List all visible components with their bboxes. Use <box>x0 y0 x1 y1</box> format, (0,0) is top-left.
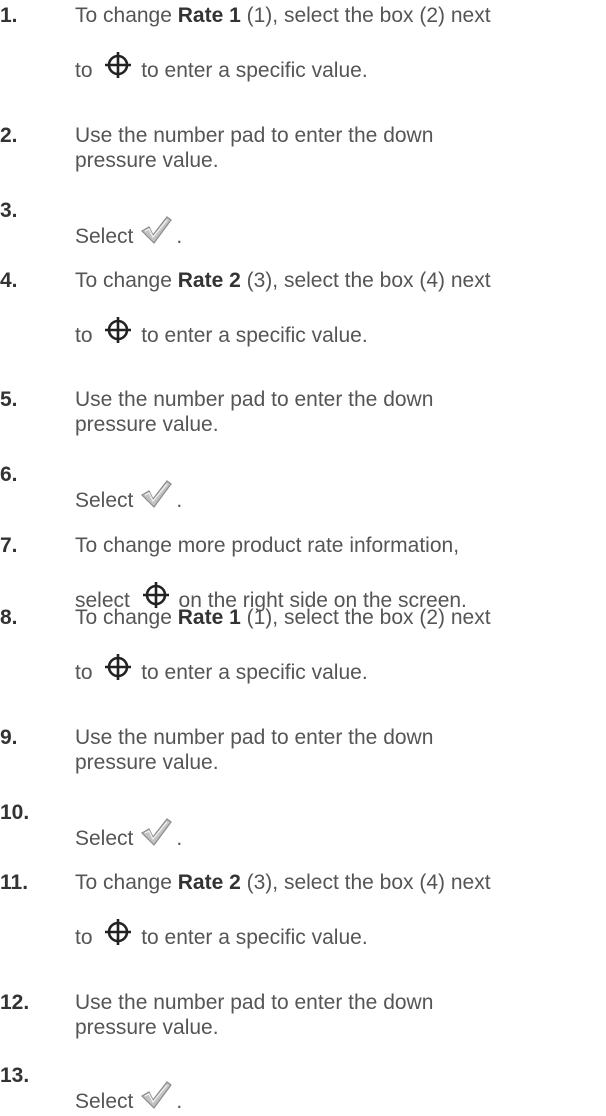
step-text: Select. <box>75 817 605 850</box>
step-text: Select. <box>75 1080 605 1113</box>
crosshair-icon <box>104 918 132 946</box>
step-text: To change Rate 2 (3), select the box (4)… <box>75 269 491 347</box>
checkmark-icon <box>139 817 173 847</box>
step-number: 3. <box>0 199 18 222</box>
step-number: 8. <box>0 606 18 629</box>
step-text: To change Rate 1 (1), select the box (2)… <box>75 606 491 684</box>
step-number: 4. <box>0 269 18 292</box>
crosshair-icon <box>104 51 132 79</box>
step-text: Use the number pad to enter the down pre… <box>75 388 434 436</box>
step-number: 2. <box>0 124 18 147</box>
step-text: Use the number pad to enter the down pre… <box>75 726 434 774</box>
crosshair-icon <box>104 653 132 681</box>
rate-label: Rate 2 <box>177 269 241 292</box>
checkmark-icon <box>139 479 173 509</box>
step-number: 11. <box>0 871 29 894</box>
rate-label: Rate 1 <box>177 606 241 629</box>
crosshair-icon <box>104 316 132 344</box>
step-number: 10. <box>0 801 30 824</box>
step-text: To change Rate 2 (3), select the box (4)… <box>75 871 491 949</box>
step-text: To change Rate 1 (1), select the box (2)… <box>75 4 491 82</box>
checkmark-icon <box>139 215 173 245</box>
step-number: 7. <box>0 534 18 557</box>
step-text: Use the number pad to enter the down pre… <box>75 991 434 1039</box>
step-number: 6. <box>0 463 18 486</box>
step-number: 1. <box>0 4 18 27</box>
rate-label: Rate 1 <box>177 4 241 27</box>
step-number: 13. <box>0 1064 30 1087</box>
step-text: To change more product rate information,… <box>75 534 467 612</box>
rate-label: Rate 2 <box>177 871 241 894</box>
step-text: Select. <box>75 479 605 512</box>
step-number: 9. <box>0 726 18 749</box>
step-text: Select. <box>75 215 605 248</box>
checkmark-icon <box>139 1080 173 1110</box>
step-number: 5. <box>0 388 18 411</box>
step-number: 12. <box>0 991 30 1014</box>
step-text: Use the number pad to enter the down pre… <box>75 124 434 172</box>
